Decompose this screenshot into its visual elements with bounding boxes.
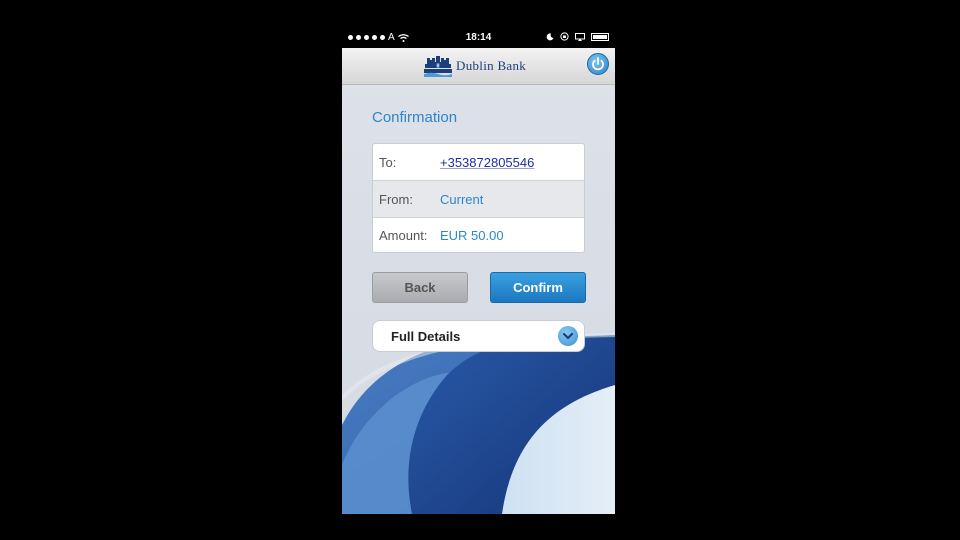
bank-name: Dublin Bank	[456, 58, 527, 73]
castle-logo-icon	[424, 56, 452, 77]
phone-screen: A 18:14 Dublin Bank Confirmation To: +35…	[342, 28, 615, 514]
from-value: Current	[440, 191, 484, 207]
lock-rotation-icon	[560, 32, 569, 41]
confirm-button[interactable]: Confirm	[490, 272, 586, 303]
app-header: Dublin Bank	[342, 48, 615, 85]
airplay-icon	[575, 32, 585, 41]
expand-button[interactable]	[558, 326, 578, 346]
back-button[interactable]: Back	[372, 272, 468, 303]
transfer-summary-card: To: +353872805546 From: Current Amount: …	[372, 143, 585, 253]
bank-logo: Dublin Bank	[424, 55, 526, 77]
full-details-toggle[interactable]: Full Details	[372, 320, 585, 352]
summary-row-from: From: Current	[373, 180, 584, 218]
page-title: Confirmation	[372, 109, 458, 126]
amount-label: Amount:	[379, 227, 428, 243]
power-icon	[592, 57, 604, 71]
from-label: From:	[379, 191, 413, 207]
logout-button[interactable]	[587, 53, 609, 75]
to-label: To:	[379, 154, 397, 170]
status-icons	[546, 32, 609, 41]
summary-row-to: To: +353872805546	[373, 144, 584, 180]
full-details-label: Full Details	[391, 329, 461, 344]
summary-row-amount: Amount: EUR 50.00	[373, 217, 584, 252]
battery-icon	[591, 32, 609, 41]
moon-icon	[546, 32, 554, 40]
confirmation-screen: Confirmation To: +353872805546 From: Cur…	[342, 85, 615, 514]
to-phone-link[interactable]: +353872805546	[440, 155, 534, 170]
status-bar: A 18:14	[342, 28, 615, 48]
chevron-down-icon	[562, 332, 574, 340]
amount-value: EUR 50.00	[440, 227, 504, 243]
